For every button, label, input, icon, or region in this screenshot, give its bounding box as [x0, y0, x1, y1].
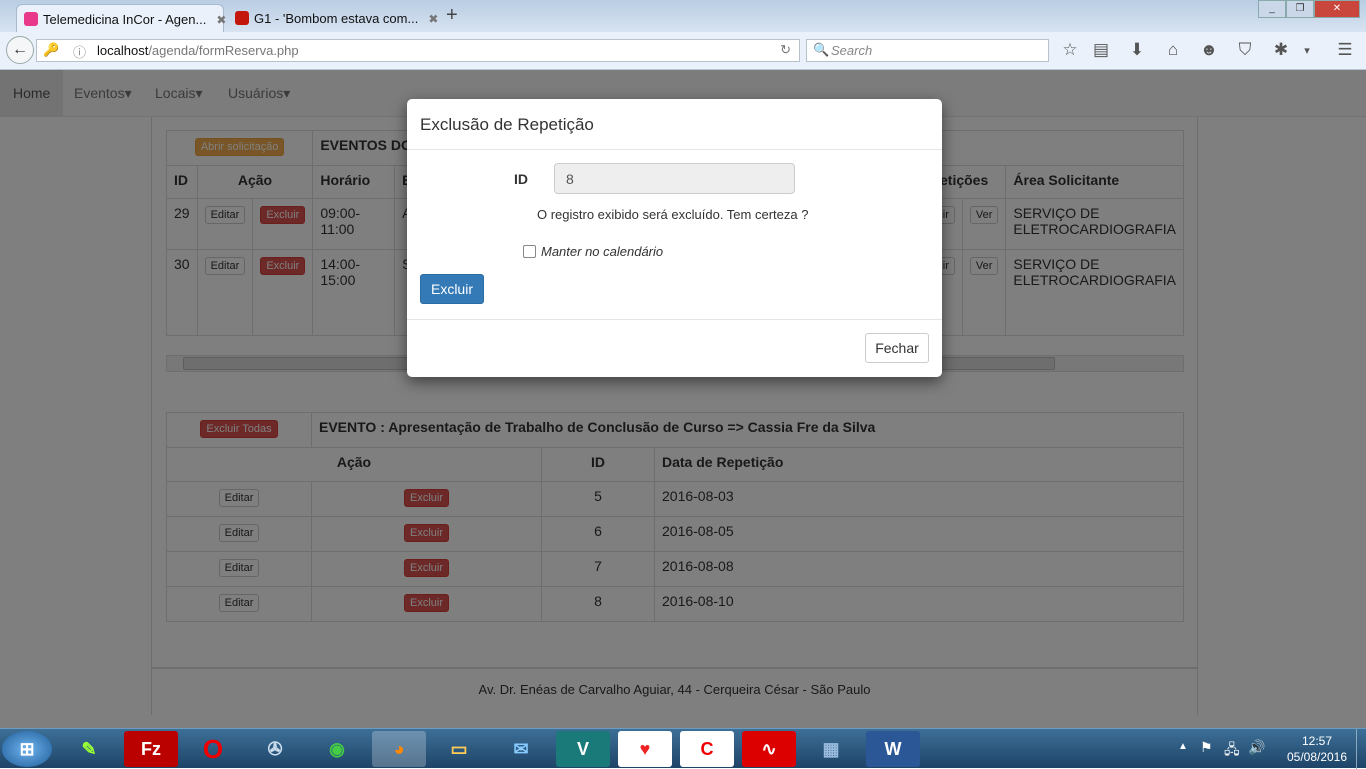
- vim-icon[interactable]: V: [556, 731, 610, 767]
- search-input[interactable]: 🔍 Search: [806, 39, 1049, 62]
- reading-list-icon[interactable]: ▤: [1090, 40, 1112, 60]
- show-hidden-icons-icon[interactable]: ▲: [1178, 741, 1188, 752]
- c-app-icon[interactable]: C: [680, 731, 734, 767]
- thunderbird-icon[interactable]: ✉: [494, 731, 548, 767]
- id-label: ID: [514, 171, 528, 187]
- modal-title: Exclusão de Repetição: [407, 99, 942, 150]
- confirm-message: O registro exibido será excluído. Tem ce…: [537, 207, 809, 222]
- heart-app-icon[interactable]: ♥: [618, 731, 672, 767]
- close-tab-icon[interactable]: ✖: [216, 13, 226, 27]
- url-host: localhost: [97, 43, 149, 58]
- tab-telemedicina[interactable]: Telemedicina InCor - Agen... ✖: [16, 4, 226, 32]
- menu-icon[interactable]: ☰: [1334, 40, 1356, 60]
- clock-time: 12:57: [1301, 734, 1333, 748]
- close-button[interactable]: Fechar: [865, 333, 929, 363]
- delete-repetition-modal: Exclusão de Repetição ID 8 O registro ex…: [407, 99, 942, 377]
- new-tab-icon[interactable]: +: [446, 4, 458, 27]
- info-icon[interactable]: ⓘ: [73, 42, 86, 61]
- wamp-favicon-icon: [24, 12, 38, 26]
- notepad-plus-icon[interactable]: ✎: [62, 731, 116, 767]
- close-tab-icon[interactable]: ✖: [428, 12, 438, 26]
- word-icon[interactable]: W: [866, 731, 920, 767]
- pocket-icon[interactable]: ⛉: [1234, 40, 1256, 60]
- back-arrow-icon[interactable]: ←: [6, 36, 34, 64]
- maximize-icon[interactable]: ❐: [1286, 0, 1314, 18]
- url-path: /agenda/formReserva.php: [148, 43, 299, 58]
- key-icon: 🔑: [43, 42, 60, 57]
- home-icon[interactable]: ⌂: [1162, 40, 1184, 60]
- chat-icon[interactable]: ☻: [1198, 40, 1220, 60]
- id-field[interactable]: 8: [554, 163, 795, 194]
- action-center-flag-icon[interactable]: ⚑: [1200, 739, 1213, 756]
- minimize-icon[interactable]: _: [1258, 0, 1286, 18]
- modal-footer: [407, 319, 942, 320]
- network-icon[interactable]: 🖧: [1224, 739, 1240, 763]
- window-controls: _ ❐ ✕: [1258, 0, 1360, 18]
- confirm-delete-button[interactable]: Excluir: [420, 274, 484, 304]
- show-desktop-button[interactable]: [1356, 729, 1366, 769]
- url-bar[interactable]: 🔑 ⓘ localhost/agenda/formReserva.php ↻: [36, 39, 800, 62]
- search-placeholder: Search: [831, 43, 873, 58]
- tab-g1[interactable]: G1 - 'Bombom estava com... ✖: [228, 4, 438, 32]
- access-icon[interactable]: ▦: [804, 731, 858, 767]
- search-icon: 🔍: [813, 42, 830, 57]
- browser-tab-bar: Telemedicina InCor - Agen... ✖ G1 - 'Bomb…: [0, 0, 1366, 32]
- checkbox-label: Manter no calendário: [541, 244, 664, 259]
- opera-icon[interactable]: O: [186, 731, 240, 767]
- bookmark-star-icon[interactable]: ☆: [1059, 40, 1081, 60]
- tab-title: G1 - 'Bombom estava com...: [254, 11, 419, 26]
- keep-in-calendar-checkbox[interactable]: [523, 245, 536, 258]
- reload-icon[interactable]: ↻: [780, 42, 791, 58]
- windows-taskbar: ⊞ ✎ Fz O ✇ ◉ ◕ ▭ ✉ V ♥ C ∿ ▦ W ▲ ⚑ 🖧 🔊 1…: [0, 728, 1366, 769]
- volume-icon[interactable]: 🔊: [1248, 739, 1265, 756]
- close-window-icon[interactable]: ✕: [1314, 0, 1360, 18]
- extension-icon[interactable]: ✱: [1270, 40, 1292, 60]
- download-icon[interactable]: ⬇: [1126, 40, 1148, 60]
- clock-date: 05/08/2016: [1286, 750, 1348, 764]
- start-button-icon[interactable]: ⊞: [2, 731, 52, 767]
- ecg-app-icon[interactable]: ∿: [742, 731, 796, 767]
- g1-favicon-icon: [235, 11, 249, 25]
- tab-title: Telemedicina InCor - Agen...: [43, 12, 207, 27]
- firefox-icon[interactable]: ◕: [372, 731, 426, 767]
- filezilla-icon[interactable]: Fz: [124, 731, 178, 767]
- file-explorer-icon[interactable]: ▭: [432, 731, 486, 767]
- dropdown-icon[interactable]: ▾: [1296, 44, 1318, 57]
- safari-icon[interactable]: ✇: [248, 731, 302, 767]
- chrome-icon[interactable]: ◉: [310, 731, 364, 767]
- clock[interactable]: 12:57 05/08/2016: [1282, 733, 1352, 765]
